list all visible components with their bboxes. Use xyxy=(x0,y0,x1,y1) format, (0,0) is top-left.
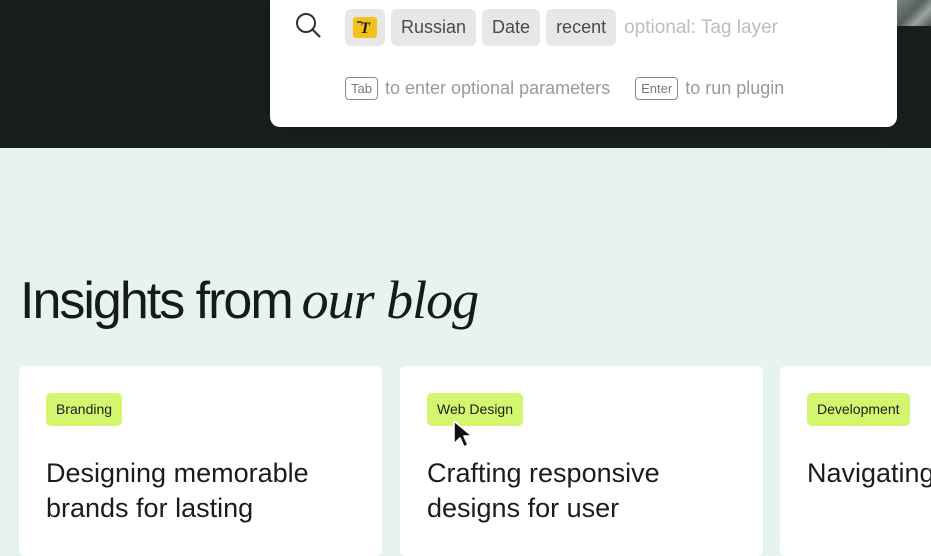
enter-hint-text: to run plugin xyxy=(685,78,785,98)
chip-language[interactable]: Russian xyxy=(391,8,477,46)
text-translate-icon[interactable]: T xyxy=(345,8,385,46)
search-icon[interactable] xyxy=(294,11,322,39)
arrow-cursor-icon xyxy=(453,420,473,448)
keyboard-hints: Tab to enter optional parameters Enter t… xyxy=(345,77,784,100)
category-tag[interactable]: Development xyxy=(807,393,910,426)
chip-sort[interactable]: Date xyxy=(482,8,541,46)
category-tag[interactable]: Branding xyxy=(46,393,123,426)
heading-regular-text: Insights from xyxy=(20,272,294,330)
blog-card-development[interactable]: Development Navigating development xyxy=(780,366,931,556)
blog-card-branding[interactable]: Branding Designing memorable brands for … xyxy=(19,366,382,556)
heading-accent-text: our blog xyxy=(301,270,480,330)
tab-hint-text: to enter optional parameters xyxy=(384,78,611,98)
parameter-chips: T Russian Date recent optional: Tag laye… xyxy=(345,8,778,46)
chip-order[interactable]: recent xyxy=(546,8,617,46)
plugin-command-palette: T Russian Date recent optional: Tag laye… xyxy=(270,0,897,127)
preview-thumbnail xyxy=(897,0,931,26)
tab-key-hint: Tab xyxy=(345,77,378,100)
optional-parameter-input[interactable]: optional: Tag layer xyxy=(624,9,778,46)
blog-section-heading: Insights from our blog xyxy=(20,268,480,333)
blog-card-title[interactable]: Designing memorable brands for lasting xyxy=(46,456,356,526)
enter-key-hint: Enter xyxy=(635,77,679,100)
blog-card-title[interactable]: Crafting responsive designs for user xyxy=(427,456,737,526)
blog-card-web-design[interactable]: Web Design Crafting responsive designs f… xyxy=(400,366,763,556)
blog-card-title[interactable]: Navigating development xyxy=(807,456,931,491)
